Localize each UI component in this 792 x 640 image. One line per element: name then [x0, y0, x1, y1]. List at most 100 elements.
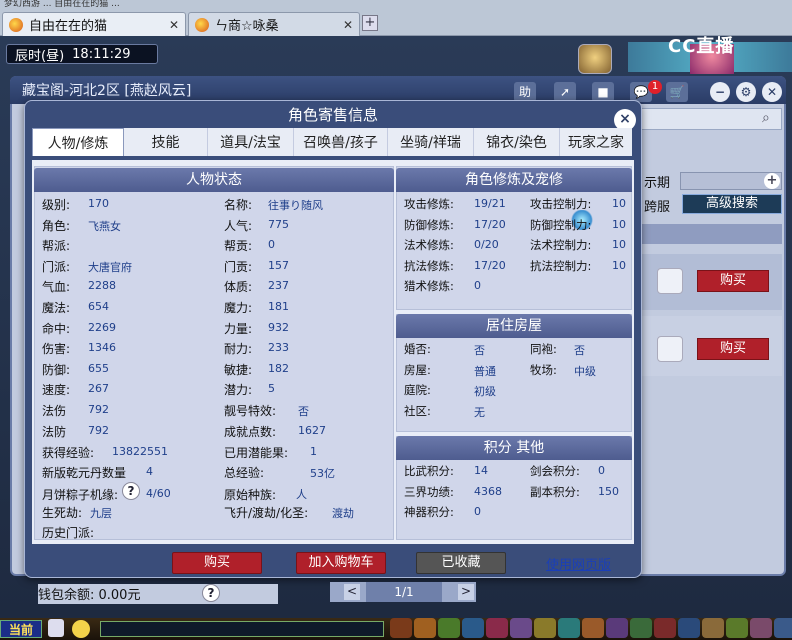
tab-character[interactable]: 人物/修炼: [32, 128, 124, 156]
buy-button[interactable]: 购买: [697, 338, 769, 360]
stat-label: 速度:: [42, 383, 71, 398]
stop-button[interactable]: ■: [592, 82, 614, 102]
plus-icon[interactable]: +: [764, 173, 780, 189]
prev-page-button[interactable]: <: [344, 584, 360, 600]
cultivation-header: 角色修炼及宠修: [396, 168, 632, 192]
points-value: 0: [598, 464, 605, 477]
skill-slot-icon[interactable]: [582, 618, 604, 638]
skill-slot-icon[interactable]: [390, 618, 412, 638]
skill-slot-icon[interactable]: [438, 618, 460, 638]
browser-tab-1[interactable]: 自由在在的猫 ✕: [2, 12, 186, 36]
qianyuan-value: 4: [146, 465, 153, 478]
exp-label: 获得经验:: [42, 446, 95, 460]
total-exp-label: 总经验:: [224, 466, 265, 480]
skill-slot-icon[interactable]: [630, 618, 652, 638]
used-potential-value: 1: [310, 445, 317, 458]
pet-avatar[interactable]: [578, 44, 612, 74]
skill-slot-icon[interactable]: [486, 618, 508, 638]
skill-slot-icon[interactable]: [510, 618, 532, 638]
help-icon[interactable]: ?: [202, 584, 220, 602]
close-icon[interactable]: ✕: [762, 82, 782, 102]
emoji-icon[interactable]: [72, 620, 90, 638]
tab-home[interactable]: 玩家之家: [560, 128, 632, 156]
tab-outfits[interactable]: 锦衣/染色: [474, 128, 560, 156]
web-version-link[interactable]: 使用网页版: [546, 554, 611, 573]
stat-label: 魔法:: [42, 301, 71, 315]
help-icon[interactable]: ?: [122, 482, 140, 500]
close-icon[interactable]: ✕: [343, 18, 353, 32]
stat-label: 力量:: [224, 321, 253, 336]
skill-slot-icon[interactable]: [462, 618, 484, 638]
cart-icon[interactable]: 🛒: [666, 82, 688, 102]
skill-slot-icon[interactable]: [678, 618, 700, 638]
cart-icon[interactable]: [657, 268, 683, 294]
skill-slot-icon[interactable]: [558, 618, 580, 638]
cultivation-label: 防御修炼:: [404, 217, 454, 232]
search-icon[interactable]: ⌕: [762, 110, 780, 128]
chat-channel-button[interactable]: 当前: [0, 620, 42, 638]
cultivation-value: 10: [612, 197, 626, 210]
close-icon[interactable]: ✕: [169, 18, 179, 32]
stat-value: 飞燕女: [88, 219, 121, 233]
help-button[interactable]: 助: [514, 82, 536, 102]
mooncake-label: 月饼粽子机缘:: [42, 488, 119, 502]
stat-label: 法防: [42, 424, 67, 439]
add-to-cart-button[interactable]: 加入购物车: [296, 552, 386, 574]
stat-label: 帮派:: [42, 239, 71, 254]
status-header: 人物状态: [34, 168, 394, 192]
cultivation-label: 法术修炼:: [404, 238, 454, 252]
skill-slot-icon[interactable]: [414, 618, 436, 638]
stat-value: 2269: [88, 320, 116, 334]
chat-input[interactable]: [100, 621, 384, 637]
tool-button[interactable]: ➚: [554, 82, 576, 102]
skill-slot-icon[interactable]: [750, 618, 772, 638]
stat-value: 267: [88, 382, 109, 396]
points-label: 副本积分:: [530, 484, 580, 499]
cultivation-label: 抗法修炼:: [404, 258, 454, 273]
house-label: 婚否:: [404, 342, 431, 356]
buy-button[interactable]: 购买: [172, 552, 262, 574]
points-label: 比武积分:: [404, 464, 454, 478]
cultivation-label: 防御控制力:: [530, 217, 592, 232]
tab-mounts[interactable]: 坐骑/祥瑞: [388, 128, 474, 156]
advanced-search-button[interactable]: 高级搜索: [682, 194, 782, 214]
window-title: 梦幻西游 ... 自由在在的猫 ...: [4, 0, 120, 8]
points-header: 积分 其他: [396, 436, 632, 460]
stat-label: 成就点数:: [224, 424, 277, 439]
stat-value: 往事り随风: [268, 199, 323, 212]
new-tab-button[interactable]: +: [362, 15, 378, 31]
skill-slot-icon[interactable]: [654, 618, 676, 638]
search-input[interactable]: [640, 108, 782, 130]
tab-items[interactable]: 道具/法宝: [208, 128, 294, 156]
expiry-label: 示期: [644, 176, 671, 191]
gear-icon[interactable]: ⚙: [736, 82, 756, 102]
stat-label: 耐力:: [224, 342, 253, 357]
browser-tab-2[interactable]: ㄣ商☆咏桑 ✕: [188, 12, 360, 36]
cart-icon[interactable]: [657, 336, 683, 362]
collected-button[interactable]: 已收藏: [416, 552, 506, 574]
minimize-icon[interactable]: −: [710, 82, 730, 102]
buy-button[interactable]: 购买: [697, 270, 769, 292]
cross-server-label: 跨服: [644, 200, 671, 215]
points-label: 三界功绩:: [404, 484, 454, 499]
cultivation-label: 攻击控制力:: [530, 197, 592, 211]
skill-slot-icon[interactable]: [606, 618, 628, 638]
skill-slot-icon[interactable]: [702, 618, 724, 638]
tab-pets[interactable]: 召唤兽/孩子: [294, 128, 388, 156]
skill-slot-icon[interactable]: [726, 618, 748, 638]
skill-slot-icon[interactable]: [774, 618, 792, 638]
tab-skills[interactable]: 技能: [124, 128, 208, 156]
stat-label: 魔力:: [224, 301, 253, 315]
next-page-button[interactable]: >: [458, 584, 474, 600]
dialog-title: 角色寄售信息: [287, 106, 378, 124]
dialog-tabs: 人物/修炼 技能 道具/法宝 召唤兽/孩子 坐骑/祥瑞 锦衣/染色 玩家之家: [32, 128, 632, 158]
house-header: 居住房屋: [396, 314, 632, 338]
stat-value: 655: [88, 361, 109, 375]
mic-icon[interactable]: [48, 619, 64, 637]
cultivation-label: 攻击修炼:: [404, 197, 454, 211]
skill-slot-icon[interactable]: [534, 618, 556, 638]
cultivation-value: 19/21: [474, 197, 506, 210]
stat-value: 0: [268, 238, 275, 252]
stat-label: 门派:: [42, 259, 71, 274]
points-label: 神器积分:: [404, 505, 454, 519]
